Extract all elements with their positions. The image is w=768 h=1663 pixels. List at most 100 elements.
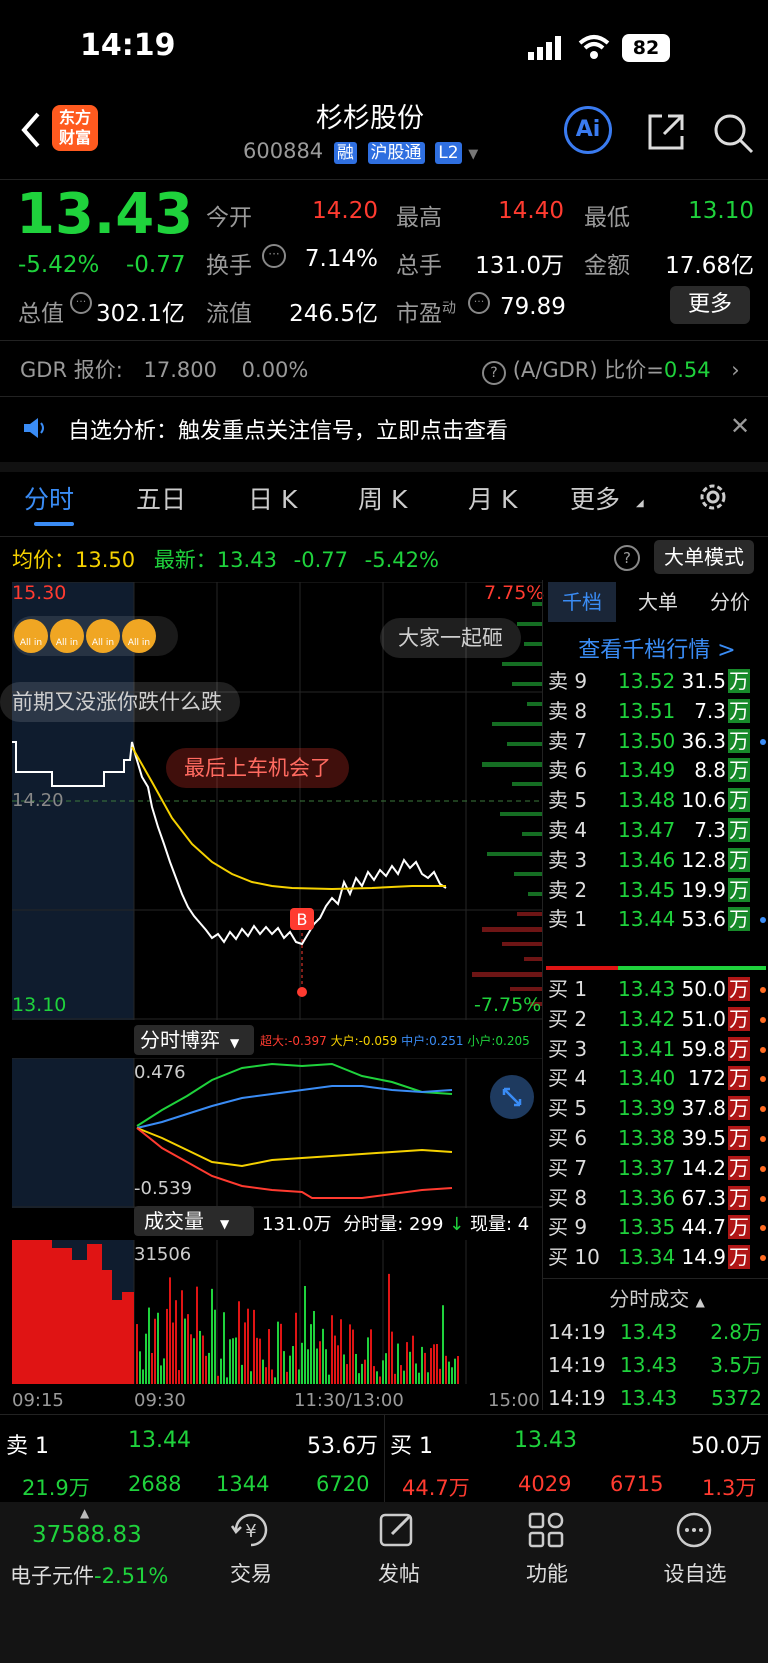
allin-badges[interactable]: All in All in All in All in (12, 616, 178, 656)
close-icon[interactable]: ✕ (730, 412, 750, 440)
book-tab-price[interactable]: 分价 (696, 582, 764, 622)
tab-intraday[interactable]: 分时 (24, 480, 74, 516)
ask-row[interactable]: 卖 3 13.46 12.8 万 (546, 845, 768, 876)
bottom-stat: 21.9万 (22, 1476, 90, 1500)
ask-row[interactable]: 卖 5 13.48 10.6 万 (546, 785, 768, 816)
volume-bar (211, 1288, 213, 1384)
nav-trade[interactable]: 交易 (196, 1558, 306, 1588)
bid-price: 13.38 (618, 1126, 676, 1150)
bid-volume-value: 172 (687, 1066, 726, 1091)
nav-function-icon[interactable] (526, 1510, 566, 1554)
svg-text:¥: ¥ (245, 1521, 256, 1542)
bid-row[interactable]: 买 7 13.37 14.2 万 (546, 1153, 768, 1184)
ask-price: 13.51 (618, 698, 676, 723)
game-dropdown[interactable]: 分时博弈 ▼ (134, 1025, 254, 1055)
volume-bar (388, 1273, 390, 1384)
tab-month-k[interactable]: 月 K (468, 480, 517, 516)
volume-bar (436, 1344, 438, 1384)
tab-day-k[interactable]: 日 K (248, 480, 297, 516)
nav-watchlist[interactable]: 设自选 (640, 1558, 750, 1588)
help-icon[interactable]: ? (482, 361, 506, 385)
low-value: 13.10 (688, 198, 754, 224)
search-icon[interactable] (712, 112, 756, 160)
volume-chart (12, 1240, 542, 1384)
tick-row: 14:19 13.43 2.8万 (546, 1316, 768, 1349)
nav-watchlist-icon[interactable] (674, 1510, 714, 1554)
volume-bar (340, 1319, 342, 1384)
volume-bar (304, 1285, 306, 1384)
tab-five-day[interactable]: 五日 (136, 480, 186, 516)
ask-price: 13.44 (618, 907, 676, 932)
volume-bar (259, 1338, 261, 1384)
bid-volume: 59.8 万 (681, 1034, 750, 1065)
book-tab-big[interactable]: 大单 (624, 582, 692, 622)
gear-icon[interactable] (696, 480, 730, 518)
book-tab-depth[interactable]: 千档 (548, 582, 616, 622)
volume-bar (199, 1330, 201, 1384)
comment-bubble[interactable]: 前期又没涨你跌什么跌 (0, 682, 240, 722)
bid-dot (760, 987, 766, 993)
nav-function[interactable]: 功能 (492, 1558, 602, 1588)
volume-dropdown[interactable]: 成交量 ▼ (134, 1206, 254, 1236)
comment-bubble[interactable]: 最后上车机会了 (166, 748, 349, 788)
ask-row[interactable]: 卖 2 13.45 19.9 万 (546, 875, 768, 906)
help-icon[interactable]: ? (614, 545, 640, 571)
nav-post[interactable]: 发帖 (344, 1558, 454, 1588)
comment-bubble[interactable]: 大家一起砸 (380, 618, 521, 658)
bid-row[interactable]: 买 1 13.43 50.0 万 (546, 974, 768, 1005)
ai-button[interactable]: Ai (564, 106, 612, 154)
volume-bar (256, 1337, 258, 1384)
more-button[interactable]: 更多 (670, 286, 750, 324)
tab-week-k[interactable]: 周 K (358, 480, 407, 516)
bid-row[interactable]: 买 10 13.34 14.9 万 (546, 1242, 768, 1273)
gdr-row[interactable]: GDR 报价: 17.800 0.00% ? (A/GDR) 比价=0.54 › (20, 354, 760, 385)
tab-more[interactable]: 更多 (570, 480, 620, 516)
ask-row[interactable]: 卖 1 13.44 53.6 万 (546, 904, 768, 935)
bid-row[interactable]: 买 5 13.39 37.8 万 (546, 1093, 768, 1124)
tick-price: 13.43 (620, 1386, 678, 1410)
book-depth-link[interactable]: 查看千档行情 > (546, 632, 768, 664)
volume-bar (415, 1363, 417, 1384)
bid-row[interactable]: 买 3 13.41 59.8 万 (546, 1034, 768, 1065)
bid-level: 买 5 (548, 1096, 588, 1121)
big-order-mode-button[interactable]: 大单模式 (654, 540, 754, 574)
bid-row[interactable]: 买 8 13.36 67.3 万 (546, 1183, 768, 1214)
ask-row[interactable]: 卖 7 13.50 36.3 万 (546, 726, 768, 757)
expand-icon[interactable] (490, 1075, 534, 1119)
back-icon[interactable] (18, 110, 42, 154)
bid-row[interactable]: 买 6 13.38 39.5 万 (546, 1123, 768, 1154)
allin-icon: All in (86, 619, 120, 653)
info-icon[interactable]: ··· (468, 292, 490, 314)
ask-row[interactable]: 卖 4 13.47 7.3 万 (546, 815, 768, 846)
bid-row[interactable]: 买 9 13.35 44.7 万 (546, 1212, 768, 1243)
ask-row[interactable]: 卖 9 13.52 31.5 万 (546, 666, 768, 697)
ticks-title[interactable]: 分时成交 ▲ (546, 1283, 768, 1312)
bottom-sell-price: 13.44 (128, 1428, 191, 1453)
ask-price: 13.49 (618, 758, 676, 783)
bid-unit: 万 (728, 1155, 750, 1180)
ask-volume: 10.6 万 (681, 785, 750, 816)
volume-bar (394, 1373, 396, 1384)
nav-trade-icon[interactable]: ¥ (230, 1510, 272, 1554)
share-icon[interactable] (646, 112, 686, 156)
ask-row[interactable]: 卖 8 13.51 7.3 万 (546, 696, 768, 727)
bid-row[interactable]: 买 2 13.42 51.0 万 (546, 1004, 768, 1035)
stock-code-row[interactable]: 600884 融 沪股通 L2 ▼ (243, 139, 478, 164)
nav-post-icon[interactable] (378, 1510, 418, 1554)
volume-bar (265, 1367, 267, 1384)
bid-dot (760, 1016, 766, 1023)
volume-bar (217, 1375, 219, 1384)
ask-row[interactable]: 卖 6 13.49 8.8 万 (546, 755, 768, 786)
bid-row[interactable]: 买 4 13.40 172 万 (546, 1063, 768, 1094)
notice-text[interactable]: 自选分析：触发重点关注信号，立即点击查看 (68, 413, 508, 445)
info-icon[interactable]: ··· (70, 292, 92, 314)
volume-now: 现量: 4 (469, 1214, 530, 1235)
volume-bar (433, 1344, 435, 1384)
volume-bar (295, 1312, 297, 1384)
info-icon[interactable]: ··· (262, 244, 286, 268)
volume-bar (232, 1338, 234, 1384)
mcap-label: 总值 (18, 301, 64, 327)
volume-bar (346, 1364, 348, 1384)
volume-max: 31506 (134, 1244, 192, 1265)
volume-bar (430, 1348, 432, 1384)
